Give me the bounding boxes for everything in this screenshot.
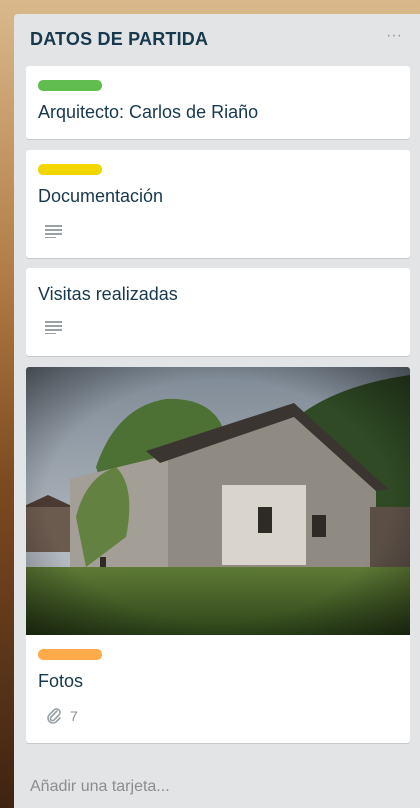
card-cover-image xyxy=(26,367,410,635)
add-card-button[interactable]: Añadir una tarjeta... xyxy=(30,778,170,796)
description-icon xyxy=(45,321,62,334)
yellow-label xyxy=(38,164,102,175)
card-title: Fotos xyxy=(38,671,84,691)
green-label xyxy=(38,80,102,91)
card-title: Arquitecto: Carlos de Riaño xyxy=(38,102,259,122)
card-title: Visitas realizadas xyxy=(38,284,178,304)
list-title[interactable]: DATOS DE PARTIDA xyxy=(30,29,208,50)
card-title: Documentación xyxy=(38,186,164,206)
card-arquitecto[interactable]: Arquitecto: Carlos de Riaño xyxy=(26,66,410,139)
paperclip-icon xyxy=(47,708,61,724)
ellipsis-icon[interactable]: ··· xyxy=(384,28,404,44)
orange-label xyxy=(38,649,102,660)
trello-list: DATOS DE PARTIDA ··· Arquitecto: Carlos … xyxy=(14,14,420,808)
card-fotos[interactable]: Fotos 7 xyxy=(26,367,410,743)
description-icon xyxy=(45,225,62,238)
card-documentacion[interactable]: Documentación xyxy=(26,150,410,258)
attachment-count: 7 xyxy=(70,708,78,724)
list-header: DATOS DE PARTIDA ··· xyxy=(14,14,420,62)
card-visitas[interactable]: Visitas realizadas xyxy=(26,268,410,356)
